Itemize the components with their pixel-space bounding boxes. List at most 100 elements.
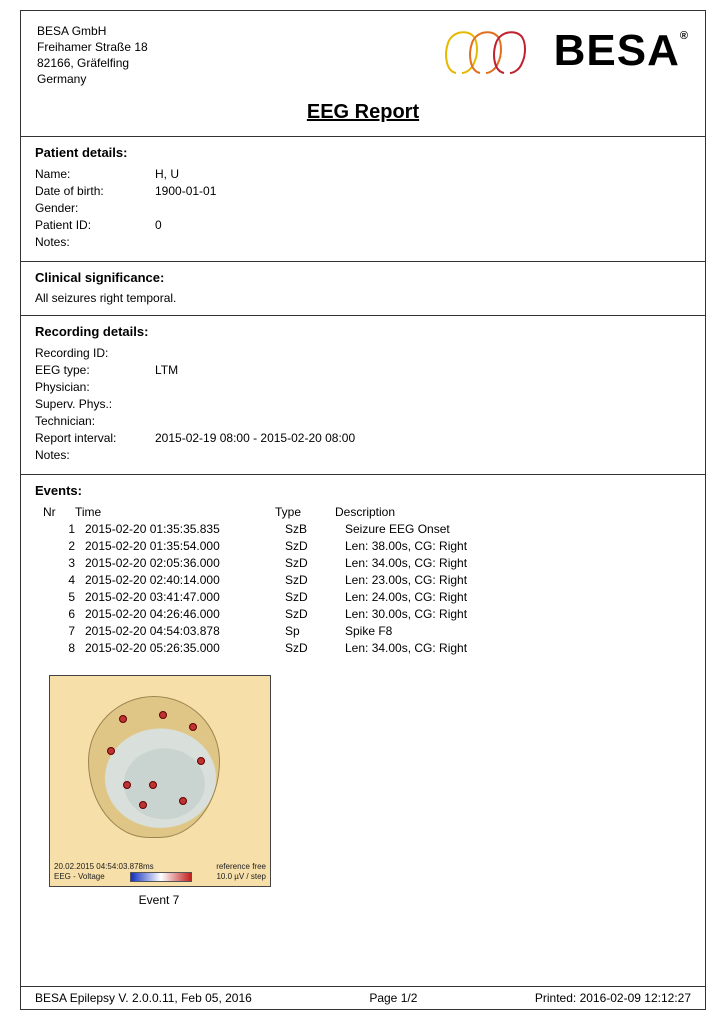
fig-timestamp: 20.02.2015 04:54:03.878ms	[54, 862, 154, 872]
clinical-heading: Clinical significance:	[35, 270, 691, 285]
cell-nr: 4	[43, 572, 85, 589]
electrode-dot	[123, 781, 131, 789]
electrode-dot	[139, 801, 147, 809]
cell-desc: Len: 24.00s, CG: Right	[345, 589, 691, 606]
table-row: 22015-02-20 01:35:54.000SzDLen: 38.00s, …	[43, 538, 691, 555]
label-interval: Report interval:	[35, 430, 155, 447]
value-notes	[155, 234, 691, 251]
table-row: 32015-02-20 02:05:36.000SzDLen: 34.00s, …	[43, 555, 691, 572]
company-name: BESA GmbH	[37, 23, 148, 39]
label-name: Name:	[35, 166, 155, 183]
cell-nr: 8	[43, 640, 85, 657]
col-type: Type	[275, 504, 335, 521]
cell-desc: Spike F8	[345, 623, 691, 640]
cell-time: 2015-02-20 02:40:14.000	[85, 572, 285, 589]
cell-time: 2015-02-20 04:54:03.878	[85, 623, 285, 640]
cell-type: SzD	[285, 572, 345, 589]
electrode-dot	[159, 711, 167, 719]
cell-time: 2015-02-20 01:35:54.000	[85, 538, 285, 555]
cell-desc: Len: 38.00s, CG: Right	[345, 538, 691, 555]
cell-time: 2015-02-20 05:26:35.000	[85, 640, 285, 657]
recording-section: Recording details: Recording ID: EEG typ…	[21, 315, 705, 474]
logo-heads-icon	[438, 23, 548, 79]
footer: BESA Epilepsy V. 2.0.0.11, Feb 05, 2016 …	[21, 986, 705, 1009]
value-gender	[155, 200, 691, 217]
cell-nr: 7	[43, 623, 85, 640]
header: BESA GmbH Freihamer Straße 18 82166, Grä…	[21, 11, 705, 93]
events-table: Nr Time Type Description 12015-02-20 01:…	[43, 504, 691, 657]
company-street: Freihamer Straße 18	[37, 39, 148, 55]
events-heading: Events:	[35, 483, 691, 498]
table-row: 52015-02-20 03:41:47.000SzDLen: 24.00s, …	[43, 589, 691, 606]
figure: 20.02.2015 04:54:03.878ms reference free…	[49, 675, 269, 907]
cell-type: SzB	[285, 521, 345, 538]
company-country: Germany	[37, 71, 148, 87]
table-row: 82015-02-20 05:26:35.000SzDLen: 34.00s, …	[43, 640, 691, 657]
cell-nr: 2	[43, 538, 85, 555]
cell-type: SzD	[285, 589, 345, 606]
figure-footer: 20.02.2015 04:54:03.878ms reference free…	[54, 862, 266, 882]
fig-signal: EEG - Voltage	[54, 872, 105, 882]
electrode-dot	[179, 797, 187, 805]
company-city: 82166, Gräfelfing	[37, 55, 148, 71]
label-dob: Date of birth:	[35, 183, 155, 200]
cell-nr: 5	[43, 589, 85, 606]
cell-type: SzD	[285, 538, 345, 555]
color-scale-icon	[130, 872, 192, 882]
label-eeg: EEG type:	[35, 362, 155, 379]
fig-scale: 10.0 µV / step	[216, 872, 266, 882]
logo-text: BESA®	[554, 26, 689, 76]
figure-caption: Event 7	[49, 893, 269, 907]
cell-time: 2015-02-20 02:05:36.000	[85, 555, 285, 572]
cell-nr: 1	[43, 521, 85, 538]
cell-desc: Seizure EEG Onset	[345, 521, 691, 538]
cell-type: SzD	[285, 555, 345, 572]
company-address: BESA GmbH Freihamer Straße 18 82166, Grä…	[37, 23, 148, 87]
recording-heading: Recording details:	[35, 324, 691, 339]
label-notes: Notes:	[35, 234, 155, 251]
table-row: 72015-02-20 04:54:03.878SpSpike F8	[43, 623, 691, 640]
patient-section: Patient details: Name:H, U Date of birth…	[21, 136, 705, 261]
footer-version: BESA Epilepsy V. 2.0.0.11, Feb 05, 2016	[35, 991, 252, 1005]
label-pid: Patient ID:	[35, 217, 155, 234]
value-dob: 1900-01-01	[155, 183, 691, 200]
col-nr: Nr	[43, 504, 75, 521]
cell-type: SzD	[285, 606, 345, 623]
value-eeg: LTM	[155, 362, 691, 379]
label-sup: Superv. Phys.:	[35, 396, 155, 413]
col-desc: Description	[335, 504, 691, 521]
head-outline-icon	[88, 696, 220, 838]
cell-desc: Len: 30.00s, CG: Right	[345, 606, 691, 623]
value-phys	[155, 379, 691, 396]
value-interval: 2015-02-19 08:00 - 2015-02-20 08:00	[155, 430, 691, 447]
value-name: H, U	[155, 166, 691, 183]
table-row: 62015-02-20 04:26:46.000SzDLen: 30.00s, …	[43, 606, 691, 623]
table-row: 42015-02-20 02:40:14.000SzDLen: 23.00s, …	[43, 572, 691, 589]
footer-page: Page 1/2	[369, 991, 417, 1005]
cell-nr: 3	[43, 555, 85, 572]
label-rnotes: Notes:	[35, 447, 155, 464]
cell-nr: 6	[43, 606, 85, 623]
cell-desc: Len: 34.00s, CG: Right	[345, 555, 691, 572]
electrode-dot	[149, 781, 157, 789]
table-row: 12015-02-20 01:35:35.835SzBSeizure EEG O…	[43, 521, 691, 538]
value-tech	[155, 413, 691, 430]
col-time: Time	[75, 504, 275, 521]
label-phys: Physician:	[35, 379, 155, 396]
label-gender: Gender:	[35, 200, 155, 217]
clinical-section: Clinical significance: All seizures righ…	[21, 261, 705, 315]
patient-heading: Patient details:	[35, 145, 691, 160]
cell-type: Sp	[285, 623, 345, 640]
head-map: 20.02.2015 04:54:03.878ms reference free…	[49, 675, 271, 887]
label-rid: Recording ID:	[35, 345, 155, 362]
report-page: BESA GmbH Freihamer Straße 18 82166, Grä…	[20, 10, 706, 1010]
label-tech: Technician:	[35, 413, 155, 430]
footer-printed: Printed: 2016-02-09 12:12:27	[535, 991, 691, 1005]
logo: BESA®	[438, 23, 689, 79]
value-pid: 0	[155, 217, 691, 234]
cell-desc: Len: 34.00s, CG: Right	[345, 640, 691, 657]
value-rid	[155, 345, 691, 362]
report-title: EEG Report	[21, 101, 705, 124]
cell-desc: Len: 23.00s, CG: Right	[345, 572, 691, 589]
cell-time: 2015-02-20 03:41:47.000	[85, 589, 285, 606]
